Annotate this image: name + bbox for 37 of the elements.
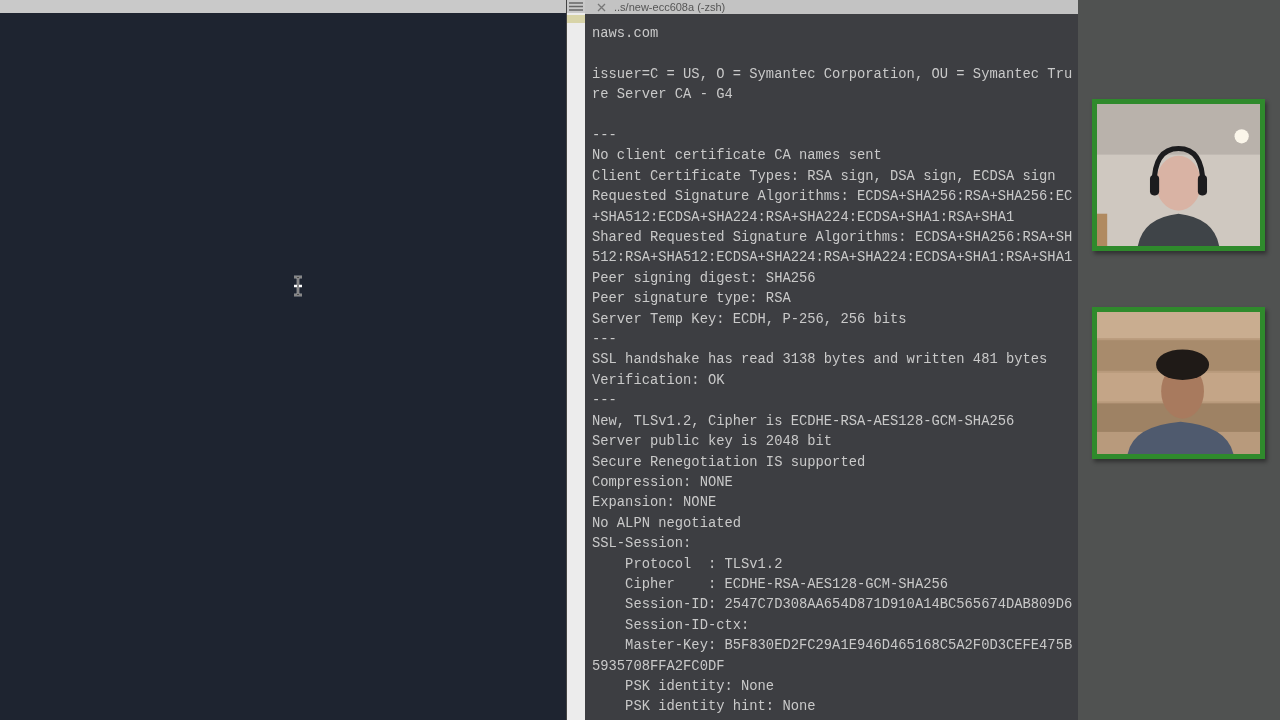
- terminal-line: Compression: NONE: [592, 473, 733, 492]
- terminal-line: ---: [592, 392, 617, 411]
- terminal-line: Requested Signature Algorithms: ECDSA+SHA256:RSA+SHA256:EC: [592, 188, 1073, 207]
- terminal-line: No client certificate CA names sent: [592, 147, 882, 166]
- terminal-line: Shared Requested Signature Algorithms: ECDSA+SHA256:RSA+SH: [592, 229, 1073, 248]
- terminal-line: naws.com: [592, 25, 659, 43]
- terminal-line: Verification: OK: [592, 371, 725, 390]
- terminal-line: Expansion: NONE: [592, 494, 717, 513]
- terminal-title: ..s/new-ecc608a (-zsh): [614, 0, 726, 14]
- terminal-line: PSK identity hint: None: [624, 698, 816, 717]
- terminal-line: 5935708FFA2FC0DF: [592, 657, 725, 676]
- terminal-line: Protocol : TLSv1.2: [624, 555, 783, 574]
- terminal-line: SSL handshake has read 3138 bytes and written 481 bytes: [592, 351, 1048, 370]
- terminal-line: 512:RSA+SHA512:ECDSA+SHA224:RSA+SHA224:ECDSA+SHA1:RSA+SHA1: [592, 249, 1073, 268]
- text-cursor-icon: [292, 275, 304, 297]
- terminal-line: +SHA512:ECDSA+SHA224:RSA+SHA224:ECDSA+SHA1:RSA+SHA1: [592, 208, 1015, 227]
- terminal-line: New, TLSv1.2, Cipher is ECDHE-RSA-AES128-GCM-SHA256: [592, 412, 1015, 431]
- terminal-line: Cipher : ECDHE-RSA-AES128-GCM-SHA256: [624, 575, 949, 594]
- terminal-line: issuer=C = US, O = Symantec Corporation, OU = Symantec Tru: [592, 65, 1073, 84]
- terminal-line: Master-Key: B5F830ED2FC29A1E946D465168C5A2F0D3CEFE475B: [624, 637, 1073, 656]
- terminal-line: Server Temp Key: ECDH, P-256, 256 bits: [592, 310, 907, 329]
- terminal-line: SSL-Session:: [592, 535, 692, 554]
- terminal-line: Server public key is 2048 bit: [592, 433, 833, 452]
- terminal-line: Client Certificate Types: RSA sign, DSA sign, ECDSA sign: [592, 167, 1056, 186]
- terminal-line: Peer signature type: RSA: [592, 290, 791, 309]
- terminal-line: ---: [592, 127, 617, 145]
- terminal-line: re Server CA - G4: [592, 86, 733, 105]
- terminal-line: Peer signing digest: SHA256: [592, 269, 816, 288]
- gutter-highlight: [567, 15, 585, 23]
- menu-icon[interactable]: [569, 2, 583, 11]
- terminal-line: Session-ID: 2547C7D308AA654D871D910A14BC565674DAB809D6: [624, 596, 1073, 615]
- terminal-line: Secure Renegotiation IS supported: [592, 453, 866, 472]
- terminal-line: No ALPN negotiated: [592, 514, 742, 533]
- terminal-line: Session-ID-ctx:: [624, 616, 750, 635]
- terminal-line: ---: [592, 331, 617, 350]
- terminal-line: PSK identity: None: [624, 677, 775, 696]
- close-icon[interactable]: [597, 2, 606, 12]
